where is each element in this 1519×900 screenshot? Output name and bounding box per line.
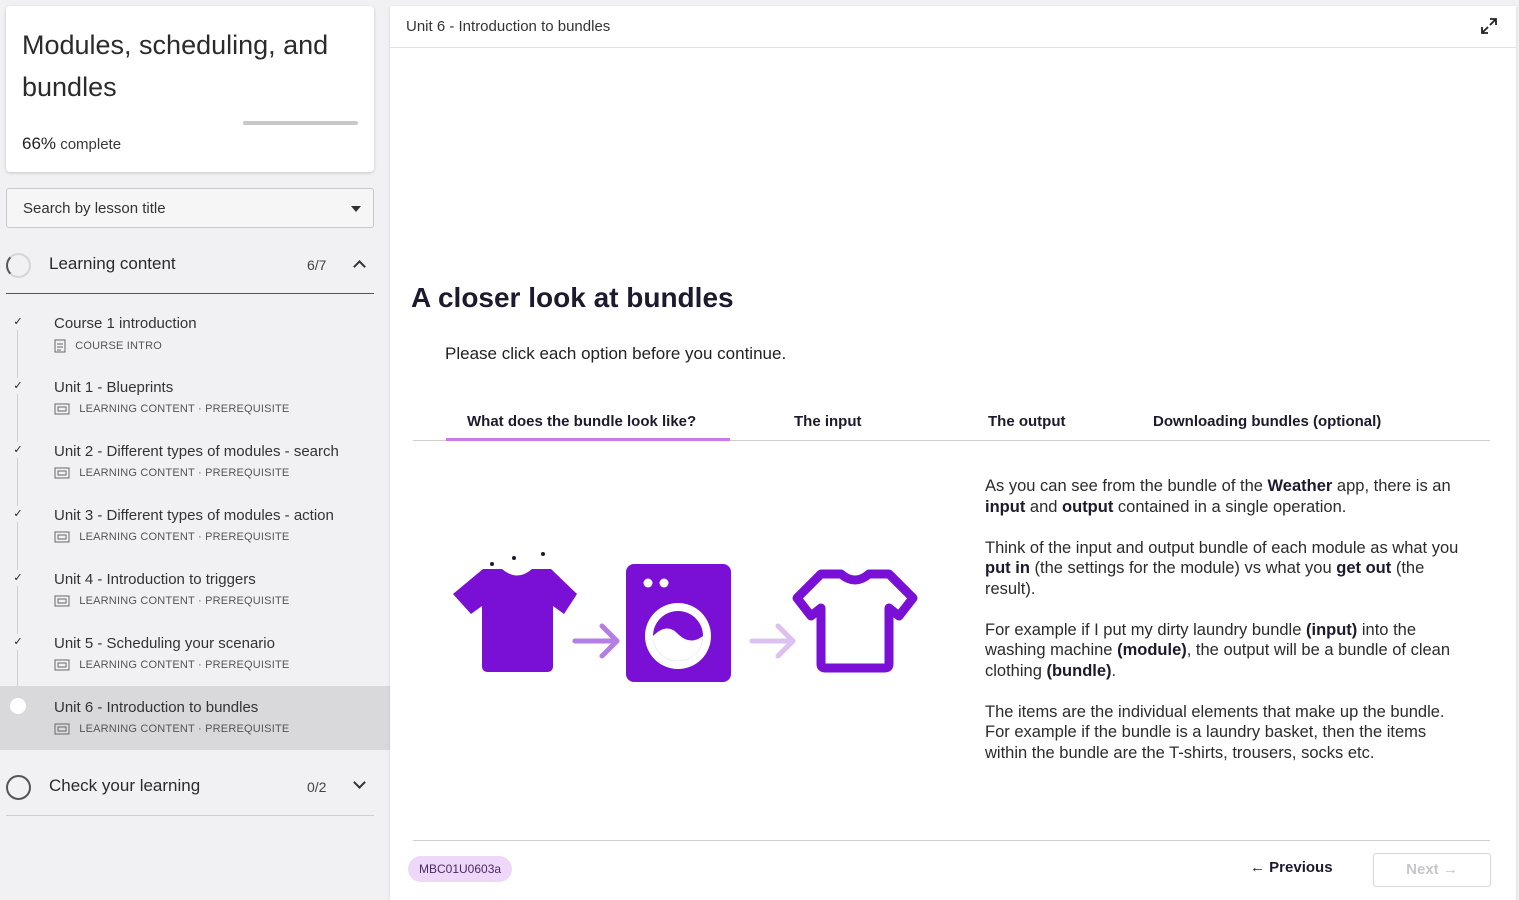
slides-icon bbox=[54, 723, 70, 735]
lesson-meta: LEARNING CONTENT · PREREQUISITE bbox=[54, 403, 289, 415]
washing-machine-icon bbox=[626, 564, 731, 682]
tab-bundle-look[interactable]: What does the bundle look like? bbox=[467, 413, 696, 430]
previous-button[interactable]: ← Previous bbox=[1250, 859, 1333, 879]
lesson-item[interactable]: ✓ Unit 4 - Introduction to triggers LEAR… bbox=[0, 564, 390, 628]
lesson-name: Unit 3 - Different types of modules - ac… bbox=[54, 507, 334, 524]
lesson-description: As you can see from the bundle of the We… bbox=[985, 476, 1460, 784]
progress-bar-fill bbox=[243, 121, 319, 125]
laundry-bundle-illustration bbox=[453, 552, 918, 682]
lesson-name: Unit 5 - Scheduling your scenario bbox=[54, 635, 275, 652]
dirty-tshirt-icon bbox=[453, 552, 577, 672]
section-check-your-learning[interactable]: Check your learning 0/2 bbox=[6, 758, 374, 816]
progress-text: 66% complete bbox=[22, 134, 121, 154]
chevron-down-icon bbox=[353, 776, 366, 789]
lesson-meta-text: LEARNING CONTENT · PREREQUISITE bbox=[79, 723, 290, 736]
active-tab-indicator bbox=[446, 438, 730, 441]
lesson-meta-text: LEARNING CONTENT · PREREQUISITE bbox=[79, 467, 290, 480]
chevron-up-icon bbox=[353, 260, 366, 273]
lesson-meta: LEARNING CONTENT · PREREQUISITE bbox=[54, 595, 289, 607]
tab-output[interactable]: The output bbox=[988, 413, 1065, 430]
slides-icon bbox=[54, 531, 70, 543]
lesson-topbar-title: Unit 6 - Introduction to bundles bbox=[406, 18, 611, 35]
description-paragraph: For example if I put my dirty laundry bu… bbox=[985, 620, 1451, 680]
lesson-meta: LEARNING CONTENT · PREREQUISITE bbox=[54, 659, 289, 671]
lesson-meta-text: COURSE INTRO bbox=[75, 340, 163, 352]
slides-icon bbox=[54, 467, 70, 479]
tab-bar: What does the bundle look like? The inpu… bbox=[413, 406, 1490, 441]
progress-percent: 66% bbox=[22, 134, 57, 153]
section-count: 6/7 bbox=[307, 257, 327, 273]
expand-icon[interactable] bbox=[1480, 17, 1498, 35]
lesson-item[interactable]: ✓ Course 1 introduction COURSE INTRO bbox=[0, 308, 390, 372]
check-icon: ✓ bbox=[10, 506, 26, 522]
lesson-name: Unit 4 - Introduction to triggers bbox=[54, 571, 256, 588]
slides-icon bbox=[54, 659, 70, 671]
lesson-meta: LEARNING CONTENT · PREREQUISITE bbox=[54, 467, 289, 479]
check-icon: ✓ bbox=[10, 442, 26, 458]
lesson-item[interactable]: ✓ Unit 2 - Different types of modules - … bbox=[0, 436, 390, 500]
lesson-panel: Unit 6 - Introduction to bundles A close… bbox=[390, 6, 1516, 900]
course-sidebar: Modules, scheduling, and bundles 66% com… bbox=[0, 0, 390, 900]
lesson-meta-text: LEARNING CONTENT · PREREQUISITE bbox=[79, 659, 290, 672]
slides-icon bbox=[54, 595, 70, 607]
check-icon: ✓ bbox=[10, 570, 26, 586]
lesson-name: Unit 1 - Blueprints bbox=[54, 379, 174, 396]
lesson-meta: COURSE INTRO bbox=[54, 339, 162, 353]
lesson-meta-text: LEARNING CONTENT · PREREQUISITE bbox=[79, 403, 290, 416]
check-icon: ✓ bbox=[10, 314, 26, 330]
lesson-item[interactable]: ✓ Unit 1 - Blueprints LEARNING CONTENT ·… bbox=[0, 372, 390, 436]
document-icon bbox=[54, 339, 66, 353]
lesson-meta: LEARNING CONTENT · PREREQUISITE bbox=[54, 723, 289, 735]
arrow-right-icon bbox=[572, 623, 620, 659]
lesson-search-placeholder: Search by lesson title bbox=[23, 200, 166, 217]
course-card: Modules, scheduling, and bundles 66% com… bbox=[6, 6, 374, 172]
lesson-search-select[interactable]: Search by lesson title bbox=[6, 188, 374, 228]
footer-divider bbox=[413, 840, 1490, 841]
description-paragraph: Think of the input and output bundle of … bbox=[985, 538, 1459, 598]
lesson-instruction: Please click each option before you cont… bbox=[445, 344, 787, 363]
lesson-item[interactable]: ✓ Unit 3 - Different types of modules - … bbox=[0, 500, 390, 564]
lesson-item-active[interactable]: Unit 6 - Introduction to bundles LEARNIN… bbox=[0, 686, 390, 750]
lesson-heading: A closer look at bundles bbox=[411, 282, 734, 313]
section-count: 0/2 bbox=[307, 779, 327, 795]
section-title: Learning content bbox=[49, 254, 176, 273]
check-icon: ✓ bbox=[10, 378, 26, 394]
progress-ring-icon bbox=[6, 253, 31, 278]
course-title: Modules, scheduling, and bundles bbox=[22, 30, 329, 102]
lesson-item[interactable]: ✓ Unit 5 - Scheduling your scenario LEAR… bbox=[0, 628, 390, 692]
description-paragraph: The items are the individual elements th… bbox=[985, 702, 1445, 762]
slides-icon bbox=[54, 403, 70, 415]
progress-bar bbox=[243, 121, 358, 125]
arrow-right-icon bbox=[749, 623, 796, 659]
arrow-left-icon: ← bbox=[1250, 859, 1265, 876]
section-divider bbox=[6, 815, 374, 816]
next-label: Next bbox=[1406, 861, 1439, 878]
lesson-meta-text: LEARNING CONTENT · PREREQUISITE bbox=[79, 595, 290, 608]
lesson-name: Unit 2 - Different types of modules - se… bbox=[54, 443, 339, 460]
lesson-code-chip: MBC01U0603a bbox=[408, 856, 513, 882]
next-button[interactable]: Next → bbox=[1373, 853, 1491, 887]
lesson-topbar: Unit 6 - Introduction to bundles bbox=[390, 6, 1516, 48]
tab-input[interactable]: The input bbox=[794, 413, 862, 430]
check-icon: ✓ bbox=[10, 634, 26, 650]
clean-tshirt-icon bbox=[792, 569, 918, 673]
current-lesson-dot-icon bbox=[10, 698, 26, 714]
arrow-right-icon: → bbox=[1442, 861, 1458, 878]
progress-ring-icon bbox=[6, 775, 31, 800]
tab-downloading-bundles[interactable]: Downloading bundles (optional) bbox=[1153, 413, 1381, 430]
section-divider bbox=[6, 293, 374, 294]
progress-suffix: complete bbox=[60, 136, 122, 153]
previous-label: Previous bbox=[1269, 859, 1333, 876]
description-paragraph: As you can see from the bundle of the We… bbox=[985, 477, 1451, 516]
lesson-meta: LEARNING CONTENT · PREREQUISITE bbox=[54, 531, 289, 543]
section-title: Check your learning bbox=[49, 776, 201, 795]
lesson-name: Course 1 introduction bbox=[54, 315, 197, 332]
lesson-meta-text: LEARNING CONTENT · PREREQUISITE bbox=[79, 531, 290, 544]
lesson-name: Unit 6 - Introduction to bundles bbox=[54, 699, 259, 716]
section-learning-content[interactable]: Learning content 6/7 bbox=[6, 236, 374, 294]
caret-down-icon bbox=[351, 206, 361, 212]
